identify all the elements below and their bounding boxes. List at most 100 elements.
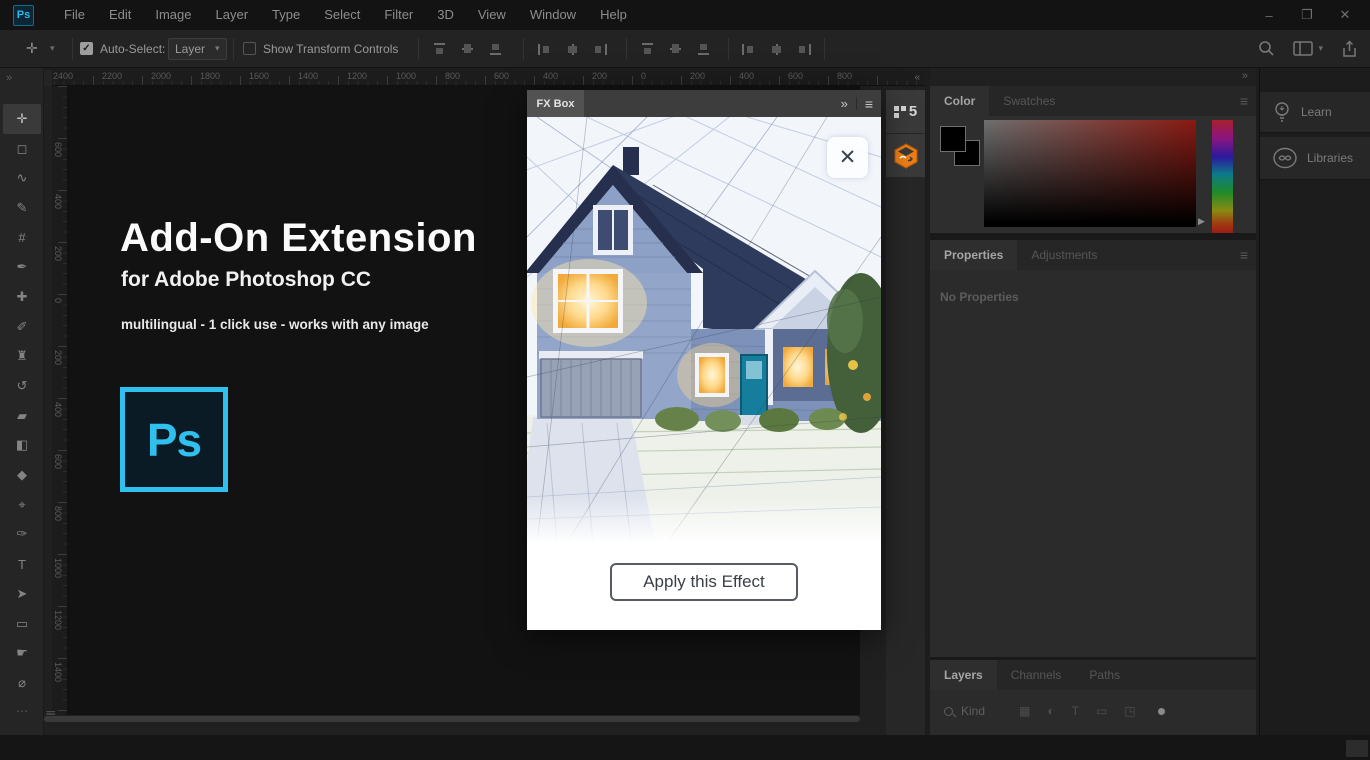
foreground-color-swatch[interactable] [940, 126, 966, 152]
shape-layers-filter-icon[interactable]: ▭ [1096, 704, 1107, 718]
align-left-edges-icon[interactable] [537, 42, 552, 56]
h-ruler-number: 1600 [249, 71, 269, 81]
layer-search-icon[interactable] [944, 707, 953, 716]
tab-layers[interactable]: Layers [930, 660, 997, 690]
h-ruler-number: 0 [641, 71, 646, 81]
panel-menu-icon[interactable]: ≡ [1240, 93, 1248, 109]
collapse-panels-icon[interactable]: » [1242, 70, 1248, 82]
options-bar: ✛ ▾ ✓ Auto-Select: Layer▾ Show Transform… [0, 30, 1370, 68]
distribute-vertical-centers-icon[interactable] [668, 42, 683, 56]
menu-item-edit[interactable]: Edit [97, 0, 143, 30]
menu-item-image[interactable]: Image [143, 0, 203, 30]
chevron-down-icon: ▾ [215, 43, 220, 54]
vertical-ruler[interactable]: 60040020002004006008001000120014001600 [52, 86, 68, 715]
restore-button[interactable]: ❐ [1292, 4, 1322, 26]
fx-box-extension-icon[interactable] [886, 134, 925, 178]
tab-color[interactable]: Color [930, 86, 989, 116]
distribute-right-edges-icon[interactable] [797, 42, 812, 56]
show-transform-checkbox[interactable] [243, 30, 256, 67]
search-icon[interactable] [1258, 40, 1275, 57]
learn-panel-button[interactable]: Learn [1260, 92, 1370, 133]
workspace-switcher-icon[interactable]: ▾ [1293, 41, 1323, 56]
menu-item-file[interactable]: File [52, 0, 97, 30]
move-tool[interactable]: ✛ [3, 104, 41, 134]
panel-menu-icon[interactable]: ≡ [865, 96, 873, 112]
fx-box-tab[interactable]: FX Box [527, 90, 584, 117]
hue-strip[interactable] [1212, 120, 1233, 233]
distribute-horizontal-centers-icon[interactable] [769, 42, 784, 56]
tool-preset-chevron-icon[interactable]: ▾ [50, 30, 55, 67]
horizontal-scrollbar[interactable] [44, 716, 860, 722]
pen-tool[interactable]: ✑ [0, 520, 44, 550]
menu-item-view[interactable]: View [466, 0, 518, 30]
checked-checkbox-icon[interactable]: ✓ [80, 42, 93, 55]
tab-adjustments[interactable]: Adjustments [1017, 240, 1111, 270]
hand-tool[interactable]: ☛ [0, 638, 44, 668]
path-selection-tool[interactable]: ➤ [0, 579, 44, 609]
distribute-top-edges-icon[interactable] [640, 42, 655, 56]
apply-effect-button[interactable]: Apply this Effect [610, 563, 798, 601]
edit-toolbar-icon[interactable]: ⋯ [0, 704, 44, 718]
align-right-edges-icon[interactable] [593, 42, 608, 56]
share-icon[interactable] [1341, 40, 1358, 58]
libraries-panel-button[interactable]: Libraries [1260, 137, 1370, 180]
menu-item-window[interactable]: Window [518, 0, 588, 30]
menu-item-type[interactable]: Type [260, 0, 312, 30]
menu-item-select[interactable]: Select [312, 0, 372, 30]
tab-swatches[interactable]: Swatches [989, 86, 1069, 116]
tab-channels[interactable]: Channels [997, 660, 1076, 690]
menu-item-layer[interactable]: Layer [204, 0, 261, 30]
zoom-tool[interactable]: ⌀ [0, 668, 44, 698]
tab-properties[interactable]: Properties [930, 240, 1017, 270]
panel-menu-icon[interactable]: ≡ [1240, 247, 1248, 263]
eraser-tool[interactable]: ▰ [0, 401, 44, 431]
h-ruler-number: 2400 [53, 71, 73, 81]
auto-select-checkbox[interactable]: ✓ [80, 30, 93, 67]
type-tool[interactable]: T [0, 549, 44, 579]
scroll-corner[interactable] [1346, 740, 1368, 757]
collapse-left-icon[interactable]: « [914, 72, 920, 83]
rectangle-tool[interactable]: ▭ [0, 609, 44, 639]
collapse-panel-icon[interactable]: » [841, 96, 848, 111]
dodge-tool[interactable]: ⌖ [0, 490, 44, 520]
clone-stamp-tool[interactable]: ♜ [0, 342, 44, 372]
close-icon[interactable]: ✕ [827, 137, 868, 178]
align-bottom-edges-icon[interactable] [488, 42, 503, 56]
adjustment-layers-filter-icon[interactable]: ◐ [1047, 704, 1054, 718]
brush-tool[interactable]: ✐ [0, 312, 44, 342]
history-brush-tool[interactable]: ↺ [0, 371, 44, 401]
type-layers-filter-icon[interactable]: T [1072, 704, 1079, 718]
smart-object-filter-icon[interactable]: ◳ [1124, 704, 1135, 718]
quick-selection-tool[interactable]: ✎ [0, 193, 44, 223]
menu-item-help[interactable]: Help [588, 0, 639, 30]
color-field[interactable] [984, 120, 1196, 227]
align-vertical-centers-icon[interactable] [460, 42, 475, 56]
gradient-tool[interactable]: ◧ [0, 431, 44, 461]
unchecked-checkbox-icon[interactable] [243, 42, 256, 55]
distribute-left-edges-icon[interactable] [741, 42, 756, 56]
distribute-bottom-edges-icon[interactable] [696, 42, 711, 56]
blur-tool[interactable]: ◆ [0, 460, 44, 490]
menu-item-3d[interactable]: 3D [425, 0, 466, 30]
align-top-edges-icon[interactable] [432, 42, 447, 56]
horizontal-ruler[interactable]: « 24002200200018001600140012001000800600… [44, 70, 925, 86]
close-button[interactable]: ✕ [1330, 4, 1360, 26]
fx-box-collapsed-panel-icon[interactable]: 5 [886, 90, 925, 134]
side-column: Learn Libraries [1259, 68, 1370, 735]
crop-tool[interactable]: # [0, 223, 44, 253]
collapse-right-icon[interactable]: » [6, 72, 12, 84]
eyedropper-tool[interactable]: ✒ [0, 252, 44, 282]
tab-paths[interactable]: Paths [1075, 660, 1134, 690]
menu-item-filter[interactable]: Filter [372, 0, 425, 30]
minimize-button[interactable]: – [1254, 4, 1284, 26]
pixel-layers-filter-icon[interactable]: ▦ [1019, 704, 1030, 718]
layer-filter-kind-label[interactable]: Kind [961, 704, 985, 718]
move-tool-preset-icon[interactable]: ✛ [26, 30, 38, 67]
rectangular-marquee-tool[interactable]: ◻ [0, 134, 44, 164]
color-slider-icon[interactable]: ▶ [1198, 216, 1205, 227]
auto-select-target-dropdown[interactable]: Layer▾ [168, 30, 227, 67]
spot-healing-brush-tool[interactable]: ✚ [0, 282, 44, 312]
align-horizontal-centers-icon[interactable] [565, 42, 580, 56]
filter-toggle-icon[interactable] [1158, 708, 1165, 715]
lasso-tool[interactable]: ∿ [0, 163, 44, 193]
